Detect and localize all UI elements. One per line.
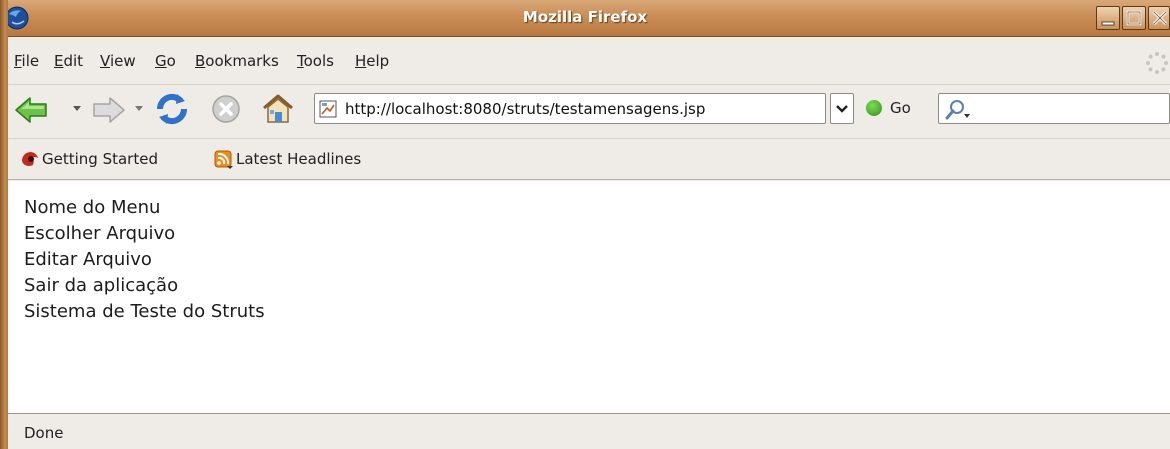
page-content: Nome do Menu Escolher Arquivo Editar Arq… — [8, 181, 1170, 413]
menu-bookmarks-label: Bookmarks — [195, 52, 279, 70]
list-item: Sair da aplicação — [24, 275, 179, 296]
menu-file[interactable]: File — [14, 52, 39, 70]
menu-help[interactable]: Help — [355, 52, 389, 70]
back-arrow-icon[interactable] — [14, 95, 50, 125]
url-history-dropdown[interactable] — [830, 93, 854, 124]
minimize-button[interactable] — [1096, 6, 1120, 30]
status-text: Done — [24, 424, 64, 442]
menu-edit-label: Edit — [54, 52, 84, 70]
back-history-dropdown-icon[interactable] — [72, 105, 82, 113]
menu-tools[interactable]: Tools — [297, 52, 334, 70]
go-label: Go — [890, 99, 911, 117]
menu-go[interactable]: Go — [155, 52, 176, 70]
stop-icon[interactable] — [210, 93, 242, 125]
throbber-icon — [1146, 52, 1168, 74]
menu-bar: File Edit View Go Bookmarks Tools Help — [8, 40, 1170, 84]
menu-file-label: File — [14, 52, 40, 70]
close-icon — [1152, 10, 1168, 26]
status-bar: Done — [8, 413, 1170, 449]
maximize-icon — [1126, 10, 1142, 26]
bookmarks-toolbar: Getting Started Latest Headlines — [8, 138, 1170, 180]
firefox-logo-icon — [22, 152, 38, 166]
search-engine-icon — [945, 100, 970, 120]
go-arrow-icon — [866, 100, 882, 116]
bookmark-label: Getting Started — [42, 150, 158, 168]
url-text: http://localhost:8080/struts/testamensag… — [345, 100, 706, 118]
page-favicon-icon — [319, 100, 337, 118]
menu-go-label: Go — [155, 52, 176, 70]
menu-view-label: View — [100, 52, 136, 70]
list-item: Nome do Menu — [24, 197, 161, 218]
window-frame-left — [0, 0, 8, 449]
forward-history-dropdown-icon[interactable] — [134, 105, 144, 113]
url-bar[interactable]: http://localhost:8080/struts/testamensag… — [314, 93, 826, 124]
minimize-icon — [1101, 21, 1115, 26]
browser-window: Mozilla Firefox File Edit View Go Bookma… — [0, 0, 1170, 449]
home-icon[interactable] — [260, 91, 296, 127]
menu-tools-label: Tools — [297, 52, 334, 70]
bookmark-label: Latest Headlines — [236, 150, 362, 168]
window-title: Mozilla Firefox — [522, 8, 648, 26]
menu-view[interactable]: View — [100, 52, 136, 70]
list-item: Sistema de Teste do Struts — [24, 301, 265, 322]
menu-bookmarks[interactable]: Bookmarks — [195, 52, 279, 70]
menu-help-label: Help — [355, 52, 390, 70]
list-item: Editar Arquivo — [24, 249, 152, 270]
navigation-toolbar: http://localhost:8080/struts/testamensag… — [8, 84, 1170, 138]
close-button[interactable] — [1148, 6, 1170, 30]
rss-feed-icon — [214, 150, 233, 169]
chevron-down-icon — [836, 105, 848, 113]
menu-edit[interactable]: Edit — [54, 52, 83, 70]
search-input[interactable] — [938, 93, 1170, 124]
message-list: Nome do Menu Escolher Arquivo Editar Arq… — [24, 195, 265, 325]
reload-icon[interactable] — [154, 91, 190, 127]
list-item: Escolher Arquivo — [24, 223, 176, 244]
title-bar[interactable]: Mozilla Firefox — [0, 0, 1170, 37]
forward-arrow-icon[interactable] — [90, 95, 126, 125]
maximize-button[interactable] — [1122, 6, 1146, 30]
